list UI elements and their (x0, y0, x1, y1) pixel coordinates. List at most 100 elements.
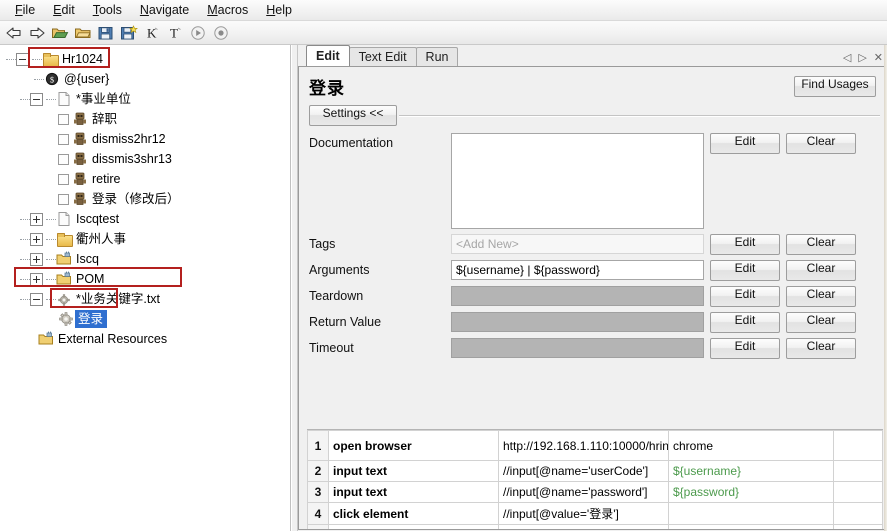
timeout-edit-button[interactable]: Edit (710, 338, 780, 359)
expand-icon[interactable] (30, 232, 43, 246)
forward-icon[interactable] (26, 22, 48, 43)
step-arg2[interactable] (668, 524, 834, 529)
tree-node-denglu-xiugaihou[interactable]: 登录（修改后） (0, 189, 290, 209)
documentation-clear-button[interactable]: Clear (786, 133, 856, 154)
open-folder-icon[interactable] (49, 22, 71, 43)
step-arg2[interactable] (668, 502, 834, 525)
tree-node-dismiss2hr12[interactable]: dismiss2hr12 (0, 129, 290, 149)
tree-node-retire[interactable]: retire (0, 169, 290, 189)
table-row[interactable]: 3 input text //input[@name='password'] $… (307, 481, 883, 503)
tab-next-icon[interactable]: ▷ (858, 52, 866, 64)
tab-close-icon[interactable]: ✕ (874, 52, 883, 64)
keyword-steps-grid[interactable]: 1 open browser http://192.168.1.110:1000… (307, 429, 883, 529)
step-arg3[interactable] (833, 481, 883, 503)
step-arg3[interactable] (833, 460, 883, 482)
tree-node-denglu-keyword[interactable]: 登录 (0, 309, 290, 329)
teardown-input[interactable] (451, 286, 704, 306)
teardown-edit-button[interactable]: Edit (710, 286, 780, 307)
step-keyword[interactable]: open browser (328, 430, 499, 461)
test-case-checkbox[interactable] (58, 153, 69, 165)
expand-icon[interactable] (30, 212, 43, 226)
stop-icon[interactable] (210, 22, 232, 43)
menu-macros[interactable]: Macros (198, 1, 257, 20)
step-arg2[interactable]: chrome (668, 430, 834, 461)
test-case-checkbox[interactable] (58, 173, 69, 185)
step-arg2[interactable]: ${password} (668, 481, 834, 503)
tags-edit-button[interactable]: Edit (710, 234, 780, 255)
pane-splitter[interactable] (291, 45, 298, 531)
test-case-checkbox[interactable] (58, 133, 69, 145)
project-tree-pane[interactable]: Hr1024 $ @{user} *事业单位 辞职 dismiss2hr12 d… (0, 45, 291, 531)
tree-node-iscq[interactable]: Iscq (0, 249, 290, 269)
arguments-clear-button[interactable]: Clear (786, 260, 856, 281)
step-keyword[interactable]: click element (328, 502, 499, 525)
keyword-editor-pane: Edit Text Edit Run ◁ ▷ ✕ 登录 Find Usages … (298, 45, 887, 531)
expand-icon[interactable] (30, 272, 43, 286)
table-row[interactable]: 5 (307, 524, 883, 529)
tree-node-external-resources[interactable]: External Resources (0, 329, 290, 349)
documentation-textarea[interactable] (451, 133, 704, 229)
save-icon[interactable] (95, 22, 117, 43)
timeout-input[interactable] (451, 338, 704, 358)
step-arg3[interactable] (833, 430, 883, 461)
tree-node-iscqtest[interactable]: Iscqtest (0, 209, 290, 229)
expand-icon[interactable] (30, 252, 43, 266)
menu-tools[interactable]: Tools (84, 1, 131, 20)
return-value-clear-button[interactable]: Clear (786, 312, 856, 333)
tree-node-shiye-danwei[interactable]: *事业单位 (0, 89, 290, 109)
tree-node-user-variable[interactable]: $ @{user} (0, 69, 290, 89)
tab-text-edit[interactable]: Text Edit (348, 47, 417, 66)
collapse-icon[interactable] (30, 292, 43, 306)
tree-node-quzhou-renshi[interactable]: 衢州人事 (0, 229, 290, 249)
documentation-edit-button[interactable]: Edit (710, 133, 780, 154)
step-arg1[interactable]: http://192.168.1.110:10000/hrinf (498, 430, 669, 461)
step-arg2[interactable]: ${username} (668, 460, 834, 482)
letter-k-icon[interactable]: K (141, 22, 163, 43)
arguments-input[interactable]: ${username} | ${password} (451, 260, 704, 280)
return-value-edit-button[interactable]: Edit (710, 312, 780, 333)
step-keyword[interactable]: input text (328, 460, 499, 482)
collapse-icon[interactable] (30, 92, 43, 106)
teardown-clear-button[interactable]: Clear (786, 286, 856, 307)
step-arg1[interactable]: //input[@name='userCode'] (498, 460, 669, 482)
tree-node-pom[interactable]: POM (0, 269, 290, 289)
letter-t-icon[interactable]: T (164, 22, 186, 43)
arguments-edit-button[interactable]: Edit (710, 260, 780, 281)
test-case-checkbox[interactable] (58, 113, 69, 125)
step-keyword[interactable]: input text (328, 481, 499, 503)
step-arg1[interactable] (498, 524, 669, 529)
table-row[interactable]: 1 open browser http://192.168.1.110:1000… (307, 430, 883, 461)
table-row[interactable]: 4 click element //input[@value='登录'] (307, 502, 883, 525)
folder-icon[interactable] (72, 22, 94, 43)
tags-clear-button[interactable]: Clear (786, 234, 856, 255)
menu-help[interactable]: Help (257, 1, 301, 20)
save-all-icon[interactable] (118, 22, 140, 43)
menu-file[interactable]: File (6, 1, 44, 20)
timeout-clear-button[interactable]: Clear (786, 338, 856, 359)
back-icon[interactable] (3, 22, 25, 43)
step-keyword[interactable] (328, 524, 499, 529)
collapse-icon[interactable] (16, 52, 29, 66)
table-row[interactable]: 2 input text //input[@name='userCode'] $… (307, 460, 883, 482)
settings-toggle-button[interactable]: Settings << (309, 105, 397, 126)
tree-node-dissmis3shr13[interactable]: dissmis3shr13 (0, 149, 290, 169)
tree-node-hr1024[interactable]: Hr1024 (0, 49, 290, 69)
settings-divider (399, 115, 880, 117)
steps-table: 1 open browser http://192.168.1.110:1000… (307, 430, 883, 529)
return-value-input[interactable] (451, 312, 704, 332)
test-case-checkbox[interactable] (58, 193, 69, 205)
step-arg1[interactable]: //input[@name='password'] (498, 481, 669, 503)
tree-node-cizhi[interactable]: 辞职 (0, 109, 290, 129)
step-arg3[interactable] (833, 524, 883, 529)
step-arg3[interactable] (833, 502, 883, 525)
tab-run[interactable]: Run (415, 47, 459, 66)
step-arg1[interactable]: //input[@value='登录'] (498, 502, 669, 525)
run-icon[interactable] (187, 22, 209, 43)
menu-navigate[interactable]: Navigate (131, 1, 198, 20)
tab-edit[interactable]: Edit (306, 45, 350, 66)
tags-input[interactable]: <Add New> (451, 234, 704, 254)
find-usages-button[interactable]: Find Usages (794, 76, 876, 97)
tree-node-yewu-guanjianzi-txt[interactable]: *业务关键字.txt (0, 289, 290, 309)
menu-edit[interactable]: Edit (44, 1, 84, 20)
tab-prev-icon[interactable]: ◁ (843, 52, 851, 64)
